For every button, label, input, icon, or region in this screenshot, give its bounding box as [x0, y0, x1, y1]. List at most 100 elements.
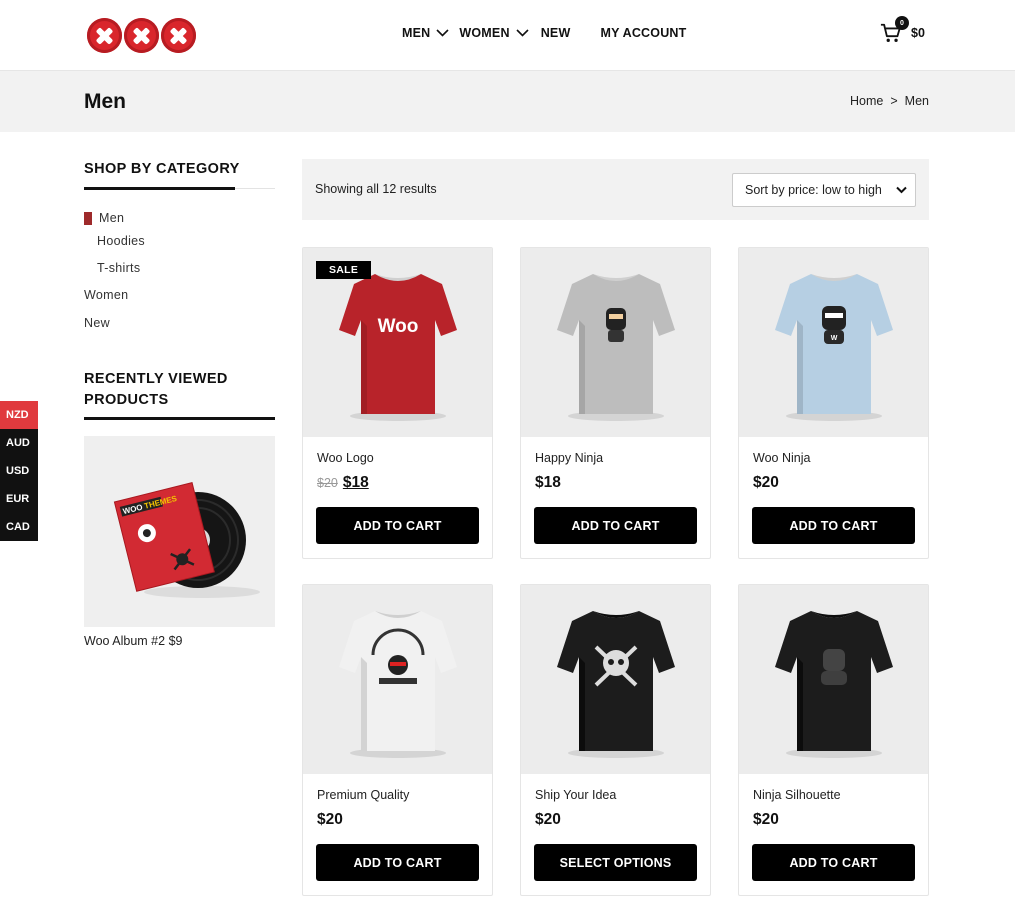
shop-toolbar: Showing all 12 results Sort by price: lo…: [302, 159, 929, 220]
currency-option-aud[interactable]: AUD: [0, 429, 38, 457]
recently-viewed-title: RECENTLY VIEWED PRODUCTS: [84, 369, 275, 411]
category-item-women[interactable]: Women: [84, 281, 275, 309]
product-name[interactable]: Ship Your Idea: [535, 788, 616, 802]
sort-select[interactable]: Sort by price: low to high: [732, 173, 916, 207]
add-to-cart-button[interactable]: ADD TO CART: [534, 507, 697, 544]
product-image[interactable]: [303, 585, 492, 774]
breadcrumb-separator: >: [890, 94, 898, 108]
logo-x-icon: [124, 18, 159, 53]
category-item-new[interactable]: New: [84, 309, 275, 337]
product-image[interactable]: W: [739, 248, 928, 437]
nav-item-women[interactable]: WOMEN: [459, 26, 529, 40]
currency-option-usd[interactable]: USD: [0, 457, 38, 485]
select-options-button[interactable]: SELECT OPTIONS: [534, 844, 697, 881]
nav-item-label: MEN: [402, 26, 431, 40]
logo-x-icon: [87, 18, 122, 53]
nav-item-label: WOMEN: [459, 26, 510, 40]
product-name[interactable]: Happy Ninja: [535, 451, 603, 465]
category-widget-title: SHOP BY CATEGORY: [84, 161, 240, 177]
category-item-t-shirts[interactable]: T-shirts: [84, 254, 275, 281]
recent-product-price: $9: [168, 634, 183, 648]
breadcrumb-home-link[interactable]: Home: [850, 94, 883, 108]
site-header: MEN WOMEN NEW MY ACCOUNT 0 $0: [0, 0, 1015, 71]
vinyl-album-image: WOO THEMES: [113, 482, 260, 598]
product-image[interactable]: [521, 248, 710, 437]
product-price: $20 $18: [317, 474, 369, 492]
nav-item-my-account[interactable]: MY ACCOUNT: [600, 26, 686, 40]
cart-count-badge: 0: [895, 16, 909, 30]
product-card: Happy Ninja $18 ADD TO CART: [520, 247, 711, 559]
product-name[interactable]: Woo Logo: [317, 451, 374, 465]
breadcrumb: Home > Men: [850, 94, 929, 108]
product-name[interactable]: Woo Ninja: [753, 451, 810, 465]
category-label: Men: [99, 211, 125, 225]
product-price-value: $20: [317, 811, 343, 828]
product-card: Ninja Silhouette $20 ADD TO CART: [738, 584, 929, 896]
category-label: T-shirts: [97, 260, 141, 275]
category-item-hoodies[interactable]: Hoodies: [84, 227, 275, 254]
product-image[interactable]: [739, 585, 928, 774]
add-to-cart-button[interactable]: ADD TO CART: [752, 844, 915, 881]
product-card: W Woo Ninja $20 ADD TO CART: [738, 247, 929, 559]
add-to-cart-button[interactable]: ADD TO CART: [752, 507, 915, 544]
product-card: Woo SALE Woo Logo $20 $18 ADD TO CART: [302, 247, 493, 559]
chevron-down-icon: [516, 29, 529, 37]
currency-option-eur[interactable]: EUR: [0, 485, 38, 513]
product-price: $20: [317, 811, 343, 829]
chevron-down-icon: [896, 186, 907, 194]
nav-item-new[interactable]: NEW: [541, 26, 571, 40]
product-old-price: $20: [317, 476, 338, 490]
chevron-down-icon: [436, 29, 449, 37]
cart-total: $0: [911, 26, 925, 40]
product-price-value: $20: [753, 474, 779, 491]
product-name[interactable]: Premium Quality: [317, 788, 409, 802]
recently-viewed-product-image[interactable]: WOO THEMES: [84, 436, 275, 627]
logo-x-icon: [161, 18, 196, 53]
svg-text:W: W: [831, 335, 838, 342]
page-title: Men: [84, 90, 126, 113]
product-price-value: $20: [535, 811, 561, 828]
product-image[interactable]: Woo SALE: [303, 248, 492, 437]
product-price-value: $18: [535, 474, 561, 491]
recent-product-name: Woo Album #2: [84, 634, 166, 648]
nav-item-men[interactable]: MEN: [402, 26, 449, 40]
widget-title-underline: [84, 417, 275, 420]
product-image[interactable]: [521, 585, 710, 774]
product-sale-price: $18: [342, 474, 369, 491]
category-label: New: [84, 316, 110, 330]
svg-text:Woo: Woo: [378, 316, 419, 337]
currency-option-cad[interactable]: CAD: [0, 513, 38, 541]
cart-button[interactable]: 0 $0: [880, 16, 925, 44]
recently-viewed-title-line: PRODUCTS: [84, 392, 169, 408]
recently-viewed-caption[interactable]: Woo Album #2 $9: [84, 634, 275, 648]
recently-viewed-title-line: RECENTLY VIEWED: [84, 371, 228, 387]
currency-option-nzd[interactable]: NZD: [0, 401, 38, 429]
result-count: Showing all 12 results: [315, 182, 437, 196]
page-title-bar: Men Home > Men: [0, 71, 1015, 132]
nav-item-label: MY ACCOUNT: [600, 26, 687, 40]
product-price: $20: [753, 474, 779, 492]
sale-badge: SALE: [316, 261, 372, 279]
site-logo[interactable]: [87, 18, 196, 53]
product-name[interactable]: Ninja Silhouette: [753, 788, 841, 802]
add-to-cart-button[interactable]: ADD TO CART: [316, 507, 479, 544]
active-category-marker: [84, 211, 92, 225]
widget-title-underline: [84, 187, 275, 190]
category-item-men[interactable]: Men: [84, 209, 275, 227]
breadcrumb-current: Men: [904, 94, 929, 108]
product-price: $20: [753, 811, 779, 829]
category-list: Men Hoodies T-shirts Women New: [84, 209, 275, 337]
currency-switcher: NZD AUD USD EUR CAD: [0, 401, 38, 541]
category-label: Hoodies: [97, 233, 145, 248]
product-card: Premium Quality $20 ADD TO CART: [302, 584, 493, 896]
category-label: Women: [84, 288, 129, 302]
product-card: Ship Your Idea $20 SELECT OPTIONS: [520, 584, 711, 896]
sort-selected-value: Sort by price: low to high: [745, 183, 882, 197]
nav-item-label: NEW: [540, 26, 571, 40]
product-price-value: $20: [753, 811, 779, 828]
product-price: $18: [535, 474, 561, 492]
sidebar: SHOP BY CATEGORY Men Hoodies T-shirts Wo…: [84, 159, 275, 648]
main-nav: MEN WOMEN NEW MY ACCOUNT: [402, 26, 687, 40]
product-price: $20: [535, 811, 561, 829]
add-to-cart-button[interactable]: ADD TO CART: [316, 844, 479, 881]
